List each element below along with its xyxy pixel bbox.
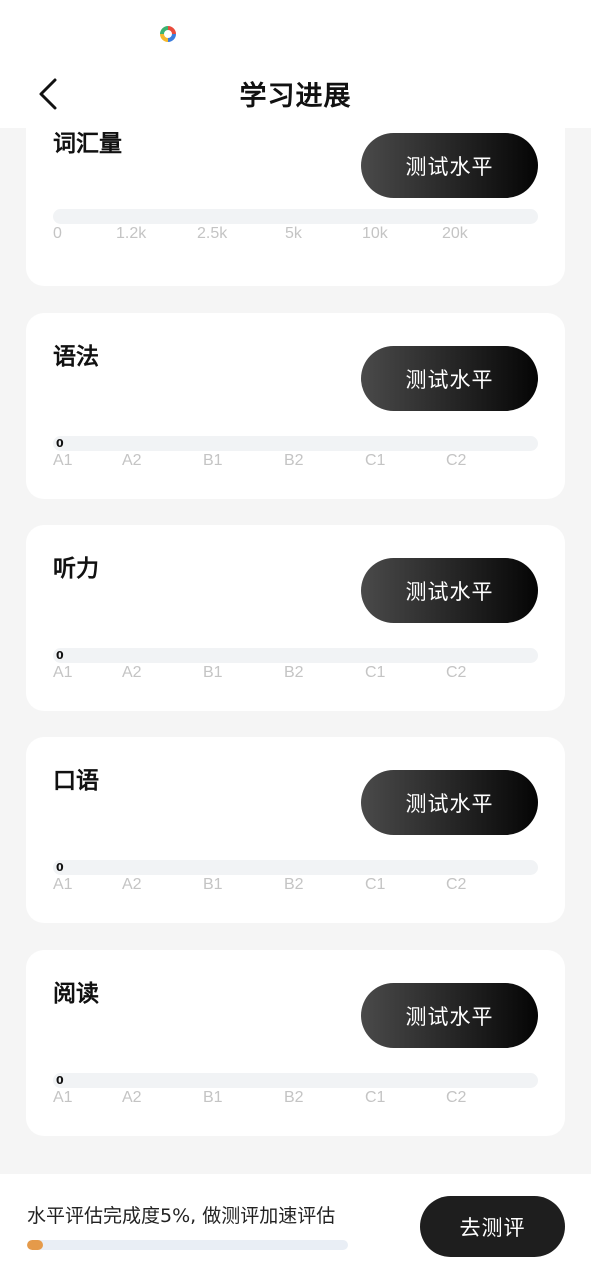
scale-label: A1 — [53, 876, 73, 893]
level-value: 0 — [56, 1074, 64, 1087]
scale-label: C1 — [365, 876, 386, 893]
level-value: 0 — [56, 437, 64, 450]
level-scale: A1 A2 B1 B2 C1 C2 — [53, 664, 538, 688]
scale-label: B1 — [203, 664, 223, 681]
app-logo-icon — [160, 26, 176, 42]
assessment-progress-bar — [27, 1240, 348, 1250]
level-track — [53, 209, 538, 224]
scale-label: C1 — [365, 664, 386, 681]
level-value: 0 — [56, 861, 64, 874]
level-scale: A1 A2 B1 B2 C1 C2 — [53, 452, 538, 476]
scale-label: A2 — [122, 452, 142, 469]
level-scale: A1 A2 B1 B2 C1 C2 — [53, 1089, 538, 1113]
level-scale: A1 A2 B1 B2 C1 C2 — [53, 876, 538, 900]
scale-label: B2 — [284, 876, 304, 893]
scale-label: 0 — [53, 225, 62, 242]
scale-label: C2 — [446, 664, 467, 681]
level-track — [53, 860, 538, 875]
test-level-button[interactable]: 测试水平 — [361, 133, 538, 198]
scale-label: A2 — [122, 664, 142, 681]
scale-label: A1 — [53, 664, 73, 681]
assessment-progress-text: 水平评估完成度5%, 做测评加速评估 — [27, 1205, 336, 1227]
progress-list[interactable]: 词汇量 测试水平 0 1.2k 2.5k 5k 10k 20k 语法 测试水平 … — [0, 128, 591, 1174]
test-level-button[interactable]: 测试水平 — [361, 346, 538, 411]
go-assessment-button[interactable]: 去测评 — [420, 1196, 565, 1257]
test-level-button[interactable]: 测试水平 — [361, 558, 538, 623]
scale-label: 10k — [362, 225, 388, 242]
scale-label: C1 — [365, 452, 386, 469]
scale-label: 5k — [285, 225, 302, 242]
scale-label: B2 — [284, 452, 304, 469]
level-track — [53, 436, 538, 451]
skill-title: 语法 — [53, 344, 99, 370]
skill-card-grammar: 语法 测试水平 0 A1 A2 B1 B2 C1 C2 — [26, 313, 565, 499]
scale-label: 20k — [442, 225, 468, 242]
level-track — [53, 648, 538, 663]
skill-card-vocabulary: 词汇量 测试水平 0 1.2k 2.5k 5k 10k 20k — [26, 128, 565, 286]
scale-label: A2 — [122, 1089, 142, 1106]
scale-label: B2 — [284, 664, 304, 681]
scale-label: B1 — [203, 1089, 223, 1106]
scale-label: A1 — [53, 452, 73, 469]
level-track — [53, 1073, 538, 1088]
status-bar — [0, 0, 591, 64]
skill-card-reading: 阅读 测试水平 0 A1 A2 B1 B2 C1 C2 — [26, 950, 565, 1136]
scale-label: B1 — [203, 452, 223, 469]
skill-title: 词汇量 — [53, 131, 122, 157]
skill-title: 阅读 — [53, 981, 99, 1007]
skill-title: 听力 — [53, 556, 99, 582]
assessment-progress-fill — [27, 1240, 44, 1250]
skill-card-speaking: 口语 测试水平 0 A1 A2 B1 B2 C1 C2 — [26, 737, 565, 923]
test-level-button[interactable]: 测试水平 — [361, 770, 538, 835]
skill-title: 口语 — [53, 768, 99, 794]
level-value: 0 — [56, 649, 64, 662]
scale-label: C2 — [446, 876, 467, 893]
skill-card-listening: 听力 测试水平 0 A1 A2 B1 B2 C1 C2 — [26, 525, 565, 711]
scale-label: 2.5k — [197, 225, 228, 242]
scale-label: C2 — [446, 1089, 467, 1106]
page-title: 学习进展 — [239, 81, 352, 112]
scale-label: B2 — [284, 1089, 304, 1106]
scale-label: 1.2k — [116, 225, 147, 242]
test-level-button[interactable]: 测试水平 — [361, 983, 538, 1048]
app-header: 学习进展 — [0, 64, 591, 128]
scale-label: C1 — [365, 1089, 386, 1106]
scale-label: A2 — [122, 876, 142, 893]
scale-label: C2 — [446, 452, 467, 469]
scale-label: A1 — [53, 1089, 73, 1106]
level-scale: 0 1.2k 2.5k 5k 10k 20k — [53, 225, 538, 249]
scale-label: B1 — [203, 876, 223, 893]
assessment-footer: 水平评估完成度5%, 做测评加速评估 去测评 — [0, 1174, 591, 1280]
